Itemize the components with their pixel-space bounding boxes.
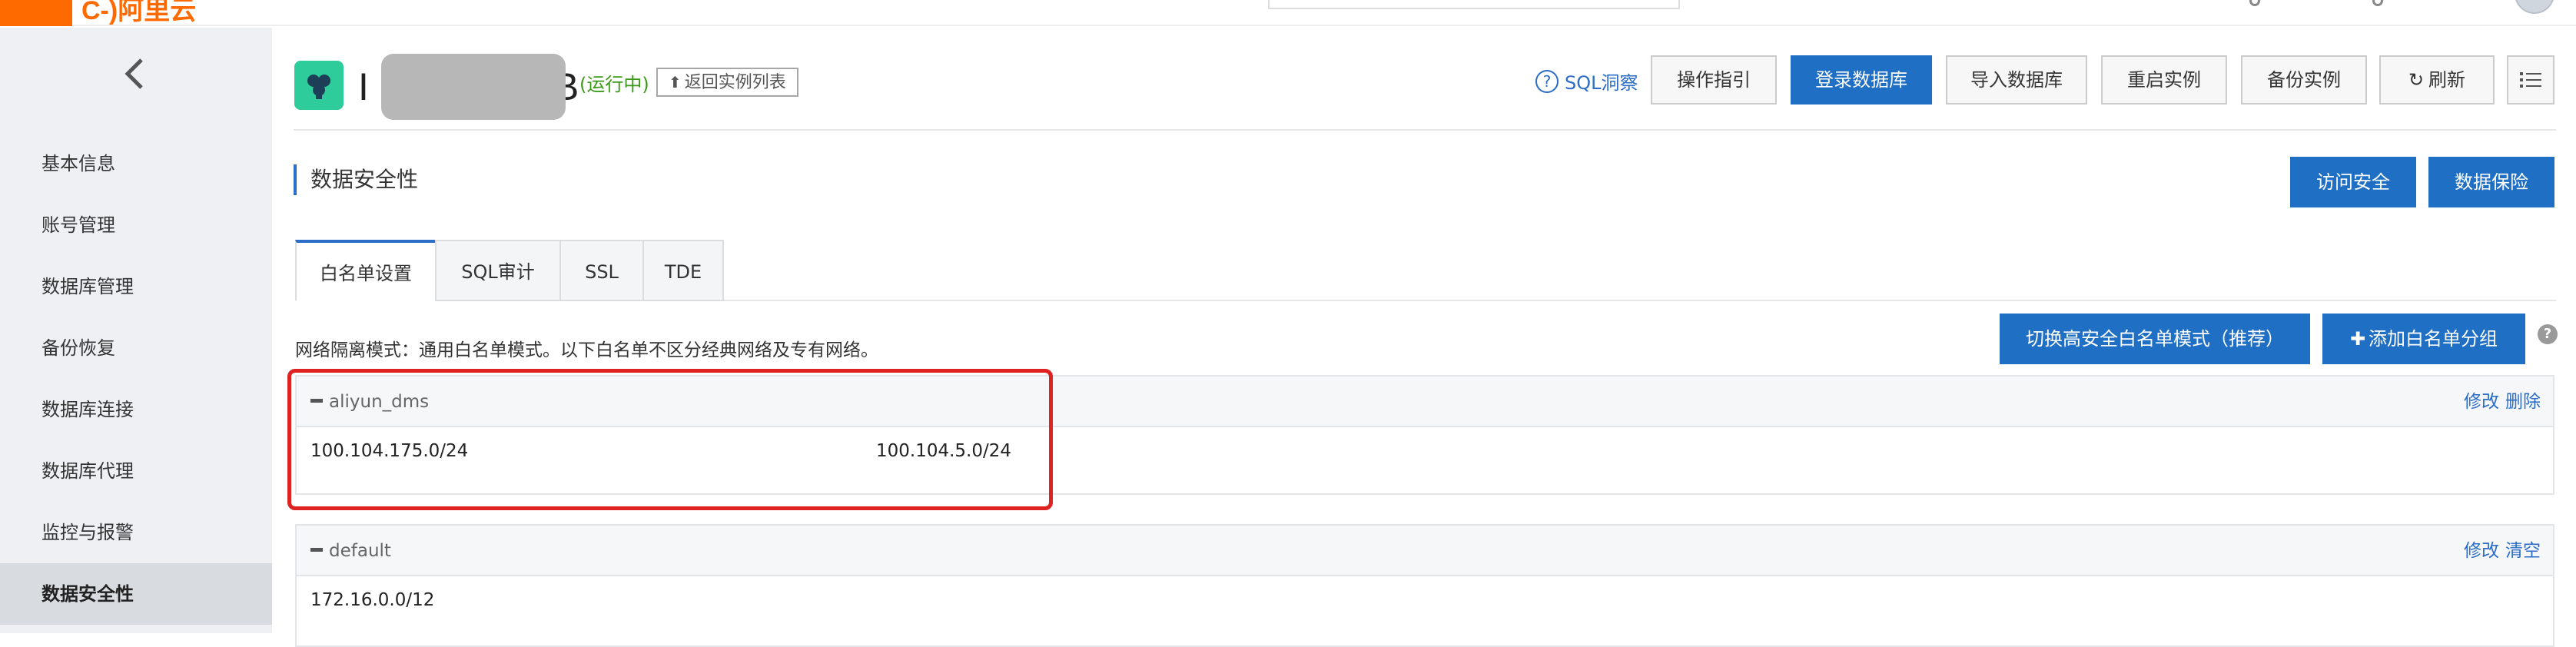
top-search-input[interactable] — [1268, 0, 1680, 9]
list-view-button[interactable] — [2507, 55, 2554, 105]
question-circle-icon[interactable]: ? — [2538, 324, 2558, 344]
network-mode-description: 网络隔离模式：通用白名单模式。以下白名单不区分经典网络及专有网络。 — [295, 340, 878, 360]
refresh-icon: ↻ — [2408, 69, 2425, 91]
sidebar-item-accounts[interactable]: 账号管理 — [0, 194, 272, 256]
sidebar-item-connections[interactable]: 数据库连接 — [0, 379, 272, 440]
sidebar-item-basic-info[interactable]: 基本信息 — [0, 133, 272, 194]
upload-arrow-icon: ⬆ — [669, 73, 682, 91]
tab-tde[interactable]: TDE — [642, 240, 724, 301]
page-title: 数据安全性 — [294, 164, 418, 195]
whitelist-group-name[interactable]: default — [310, 526, 391, 576]
top-navbar: C-)阿里云 — [0, 0, 2576, 26]
collapse-icon — [310, 548, 323, 552]
backup-instance-button[interactable]: 备份实例 — [2241, 55, 2367, 105]
brand-logo-text[interactable]: C-)阿里云 — [81, 0, 196, 27]
sidebar-item-proxy[interactable]: 数据库代理 — [0, 440, 272, 502]
back-to-list-button[interactable]: ⬆ 返回实例列表 — [656, 68, 798, 97]
import-database-button[interactable]: 导入数据库 — [1946, 55, 2087, 105]
sidebar-item-monitoring[interactable]: 监控与报警 — [0, 502, 272, 563]
sidebar-item-databases[interactable]: 数据库管理 — [0, 256, 272, 317]
sql-insight-link[interactable]: ? SQL洞察 — [1535, 68, 1638, 95]
whitelist-group-name-label: default — [329, 541, 391, 561]
refresh-label: 刷新 — [2428, 69, 2466, 91]
sidebar: 基本信息 账号管理 数据库管理 备份恢复 数据库连接 数据库代理 监控与报警 数… — [0, 28, 272, 633]
brand-logo-block[interactable] — [0, 0, 72, 26]
whitelist-ip: 172.16.0.0/12 — [310, 590, 435, 610]
modify-link[interactable]: 修改 — [2464, 541, 2499, 561]
whitelist-group-header: default 修改 清空 — [297, 526, 2553, 576]
refresh-button[interactable]: ↻ 刷新 — [2379, 55, 2495, 105]
data-protection-button[interactable]: 数据保险 — [2428, 157, 2554, 207]
tab-ssl[interactable]: SSL — [559, 240, 644, 301]
list-icon — [2520, 72, 2541, 88]
sql-insight-label: SQL洞察 — [1565, 72, 1638, 94]
tab-whitelist[interactable]: 白名单设置 — [295, 240, 437, 301]
database-instance-icon — [294, 61, 344, 110]
chevron-left-icon — [124, 58, 143, 89]
whitelist-group-default: default 修改 清空 172.16.0.0/12 — [295, 524, 2554, 647]
whitelist-group-actions: 修改 清空 — [2458, 526, 2541, 576]
back-button[interactable] — [115, 51, 154, 97]
whitelist-group-actions: 修改 删除 — [2458, 377, 2541, 427]
redacted-name-mask — [381, 54, 566, 120]
add-whitelist-group-label: 添加白名单分组 — [2369, 328, 2498, 350]
restart-instance-button[interactable]: 重启实例 — [2101, 55, 2227, 105]
sidebar-item-backup-restore[interactable]: 备份恢复 — [0, 317, 272, 379]
divider — [294, 129, 2556, 131]
modify-link[interactable]: 修改 — [2464, 392, 2499, 412]
plus-icon: ✚ — [2349, 328, 2366, 350]
back-to-list-label: 返回实例列表 — [684, 73, 786, 92]
status-badge: (运行中) — [579, 74, 649, 95]
main-content: I B (运行中) ⬆ 返回实例列表 ? SQL洞察 操作指引 登录数据库 导入数据… — [272, 28, 2576, 647]
switch-whitelist-mode-button[interactable]: 切换高安全白名单模式（推荐） — [2000, 314, 2310, 364]
instance-name: I B — [358, 54, 589, 120]
access-security-button[interactable]: 访问安全 — [2290, 157, 2416, 207]
notification-icon[interactable] — [2249, 0, 2260, 6]
avatar[interactable] — [2515, 0, 2554, 14]
add-whitelist-group-button[interactable]: ✚ 添加白名单分组 — [2322, 314, 2525, 364]
highlight-annotation-box — [287, 369, 1053, 510]
instance-name-prefix: I — [358, 65, 369, 108]
delete-link[interactable]: 删除 — [2505, 392, 2541, 412]
help-center-icon[interactable] — [2372, 0, 2383, 6]
question-circle-icon: ? — [1535, 69, 1559, 93]
clear-link[interactable]: 清空 — [2505, 541, 2541, 561]
tab-sql-audit[interactable]: SQL审计 — [435, 240, 561, 301]
guide-button[interactable]: 操作指引 — [1651, 55, 1777, 105]
login-database-button[interactable]: 登录数据库 — [1791, 55, 1932, 105]
sidebar-item-data-security[interactable]: 数据安全性 — [0, 563, 272, 625]
